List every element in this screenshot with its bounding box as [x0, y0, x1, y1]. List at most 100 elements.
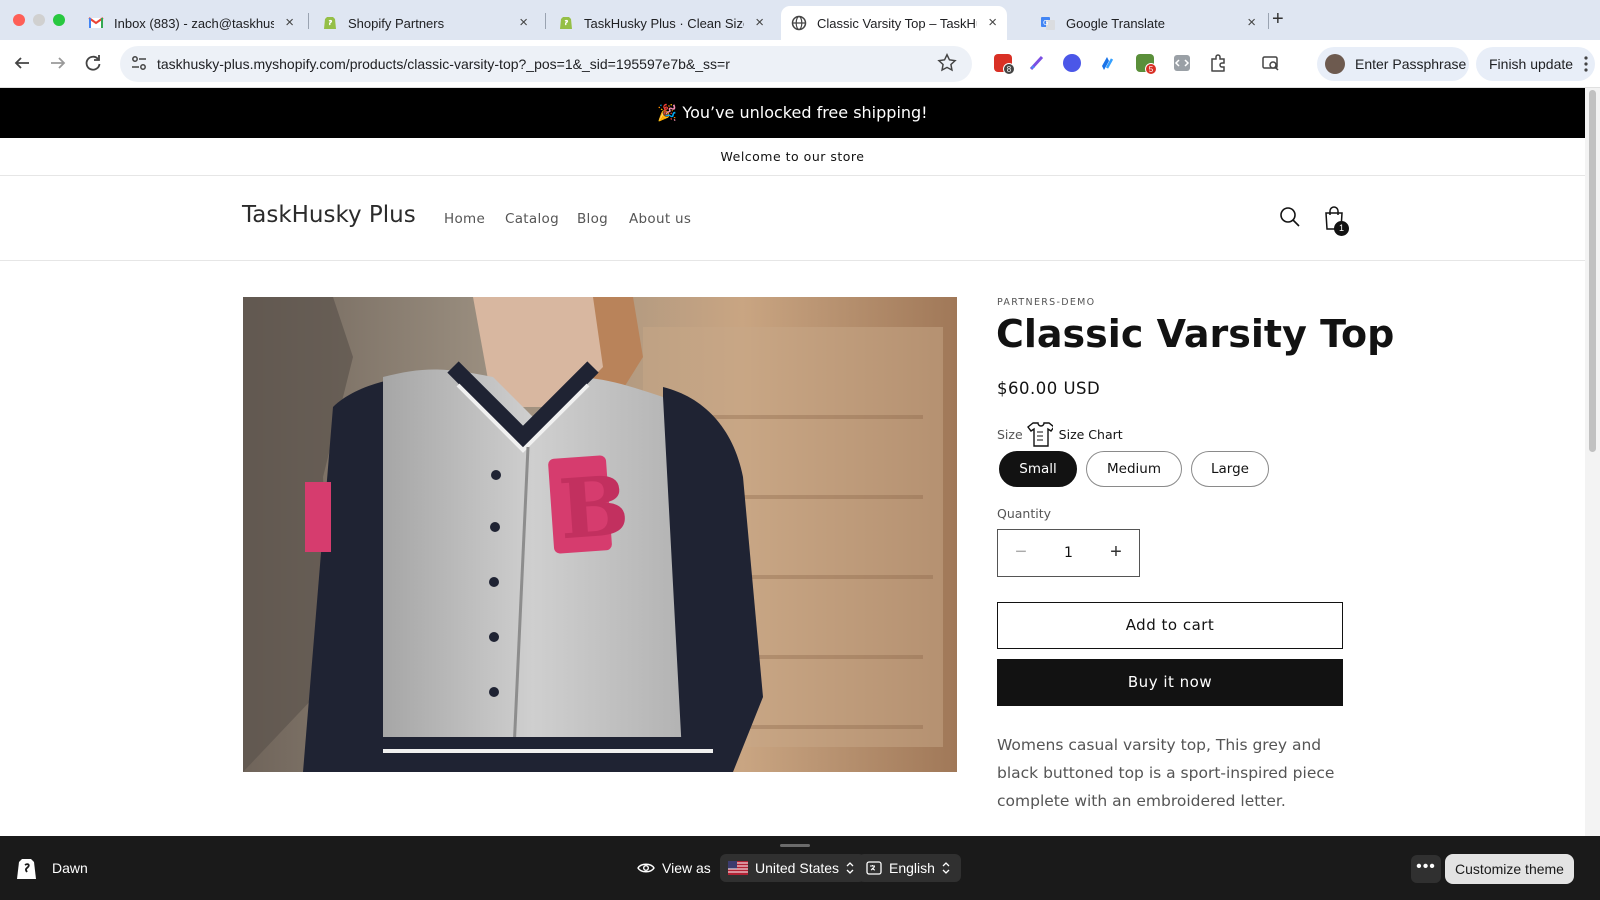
tab-title: Inbox (883) - zach@taskhusk — [114, 15, 274, 31]
country-value: United States — [755, 860, 840, 876]
finish-update-button[interactable]: Finish update — [1476, 47, 1595, 81]
product-image[interactable]: B — [243, 297, 957, 772]
size-label: Size — [997, 426, 1023, 442]
arrow-left-icon — [14, 57, 29, 69]
zoom-window-button[interactable] — [53, 14, 65, 26]
profile-label: Enter Passphrase — [1355, 56, 1467, 72]
profile-button[interactable]: Enter Passphrase — [1317, 47, 1469, 81]
browser-tab[interactable]: G Google Translate × — [1030, 6, 1266, 40]
product-price: $60.00 USD — [997, 379, 1101, 398]
tab-close-icon[interactable]: × — [755, 14, 764, 31]
quantity-label: Quantity — [997, 506, 1052, 521]
site-settings-icon[interactable] — [130, 54, 148, 72]
tab-close-icon[interactable]: × — [988, 14, 997, 31]
cart-button[interactable]: 1 — [1322, 205, 1350, 236]
tab-title: Classic Varsity Top – TaskHus — [817, 15, 977, 31]
page-scrollbar[interactable] — [1585, 88, 1600, 836]
browser-tab[interactable]: Shopify Partners × — [312, 6, 538, 40]
tab-title: Shopify Partners — [348, 15, 445, 31]
view-as-label: View as — [637, 854, 711, 882]
shopify-bag-icon — [17, 859, 36, 879]
minimize-window-button[interactable] — [33, 14, 45, 26]
forward-button[interactable] — [45, 50, 71, 76]
calendar-extension-icon[interactable]: 8 — [994, 54, 1015, 75]
product-title: Classic Varsity Top — [996, 312, 1395, 356]
language-select[interactable]: English — [858, 854, 961, 882]
eye-icon — [637, 863, 655, 873]
language-value: English — [889, 860, 935, 876]
nav-item-blog[interactable]: Blog — [577, 211, 608, 227]
code-extension-icon[interactable] — [1173, 54, 1191, 72]
quantity-stepper: − 1 + — [997, 529, 1140, 577]
tab-separator — [308, 13, 309, 29]
translate-icon — [866, 861, 882, 875]
browser-tab[interactable]: Inbox (883) - zach@taskhusk × — [78, 6, 304, 40]
store-extension-icon[interactable]: 5 — [1136, 54, 1157, 75]
arrow-right-icon — [51, 57, 66, 69]
url-text[interactable]: taskhusky-plus.myshopify.com/products/cl… — [157, 56, 730, 72]
shopify-icon — [560, 17, 572, 29]
welcome-bar: Welcome to our store — [0, 138, 1585, 176]
tab-close-icon[interactable]: × — [1247, 14, 1256, 31]
quantity-decrease-button[interactable]: − — [998, 530, 1044, 576]
tab-separator — [545, 13, 546, 29]
theme-info: Dawn — [16, 854, 88, 882]
address-bar[interactable]: taskhusky-plus.myshopify.com/products/cl… — [120, 46, 972, 82]
store-header: TaskHusky Plus Home Catalog Blog About u… — [0, 176, 1585, 261]
search-icon[interactable] — [1278, 205, 1302, 229]
store-logo[interactable]: TaskHusky Plus — [242, 202, 416, 228]
bookmark-star-icon[interactable] — [936, 52, 958, 74]
tab-search-icon[interactable] — [1262, 54, 1280, 72]
tab-close-icon[interactable]: × — [519, 14, 528, 31]
add-to-cart-button[interactable]: Add to cart — [997, 602, 1343, 649]
country-select[interactable]: United States — [720, 854, 866, 882]
size-chart-link[interactable]: Size Chart — [1059, 427, 1123, 442]
browser-tab-bar: Inbox (883) - zach@taskhusk × Shopify Pa… — [0, 0, 1600, 40]
announcement-bar: 🎉 You’ve unlocked free shipping! — [0, 88, 1585, 138]
new-tab-button[interactable]: + — [1272, 8, 1284, 31]
drag-handle[interactable] — [780, 844, 810, 847]
translate-icon: G — [1041, 17, 1055, 30]
reload-icon — [85, 55, 101, 71]
product-photo: B — [243, 297, 957, 772]
browser-tab-active[interactable]: Classic Varsity Top – TaskHus × — [781, 6, 1007, 40]
extension-badge: 8 — [1003, 63, 1015, 75]
theme-name: Dawn — [52, 860, 88, 876]
globe-icon — [791, 15, 807, 31]
nav-item-about-us[interactable]: About us — [629, 211, 691, 227]
nav-item-catalog[interactable]: Catalog — [505, 211, 559, 227]
nav-item-home[interactable]: Home — [444, 211, 485, 227]
quantity-input[interactable]: 1 — [1044, 530, 1093, 576]
size-option-large[interactable]: Large — [1191, 451, 1269, 487]
browser-toolbar: taskhusky-plus.myshopify.com/products/cl… — [0, 40, 1600, 88]
product-vendor: PARTNERS-DEMO — [997, 297, 1096, 308]
pen-extension-icon[interactable] — [1028, 54, 1046, 72]
gmail-icon — [88, 17, 104, 28]
browser-tab[interactable]: TaskHusky Plus · Clean Size C × — [548, 6, 774, 40]
jacket-letter: B — [556, 458, 632, 559]
buy-it-now-button[interactable]: Buy it now — [997, 659, 1343, 706]
size-row: Size Size Chart — [997, 418, 1123, 450]
reload-button[interactable] — [80, 50, 106, 76]
tab-title: TaskHusky Plus · Clean Size C — [584, 15, 744, 31]
tab-title: Google Translate — [1066, 15, 1166, 31]
back-button[interactable] — [9, 50, 35, 76]
gear-extension-icon[interactable] — [1063, 54, 1081, 72]
puzzle-extensions-icon[interactable] — [1209, 54, 1227, 72]
scrollbar-thumb[interactable] — [1589, 90, 1596, 452]
svg-text:G: G — [1043, 19, 1048, 27]
link-extension-icon[interactable] — [1098, 54, 1116, 72]
shopify-preview-bar: Dawn View as United States English ••• C… — [0, 836, 1600, 900]
extension-badge: 5 — [1145, 63, 1157, 75]
product-description: Womens casual varsity top, This grey and… — [997, 736, 1335, 810]
more-options-button[interactable]: ••• — [1411, 855, 1441, 883]
select-chevrons-icon — [846, 862, 854, 874]
size-option-medium[interactable]: Medium — [1086, 451, 1182, 487]
customize-theme-button[interactable]: Customize theme — [1445, 854, 1574, 884]
tab-close-icon[interactable]: × — [285, 14, 294, 31]
size-option-small[interactable]: Small — [999, 451, 1077, 487]
close-window-button[interactable] — [13, 14, 25, 26]
shopify-icon — [324, 17, 336, 29]
size-chart-shirt-icon[interactable] — [1026, 420, 1053, 448]
quantity-increase-button[interactable]: + — [1093, 530, 1139, 576]
